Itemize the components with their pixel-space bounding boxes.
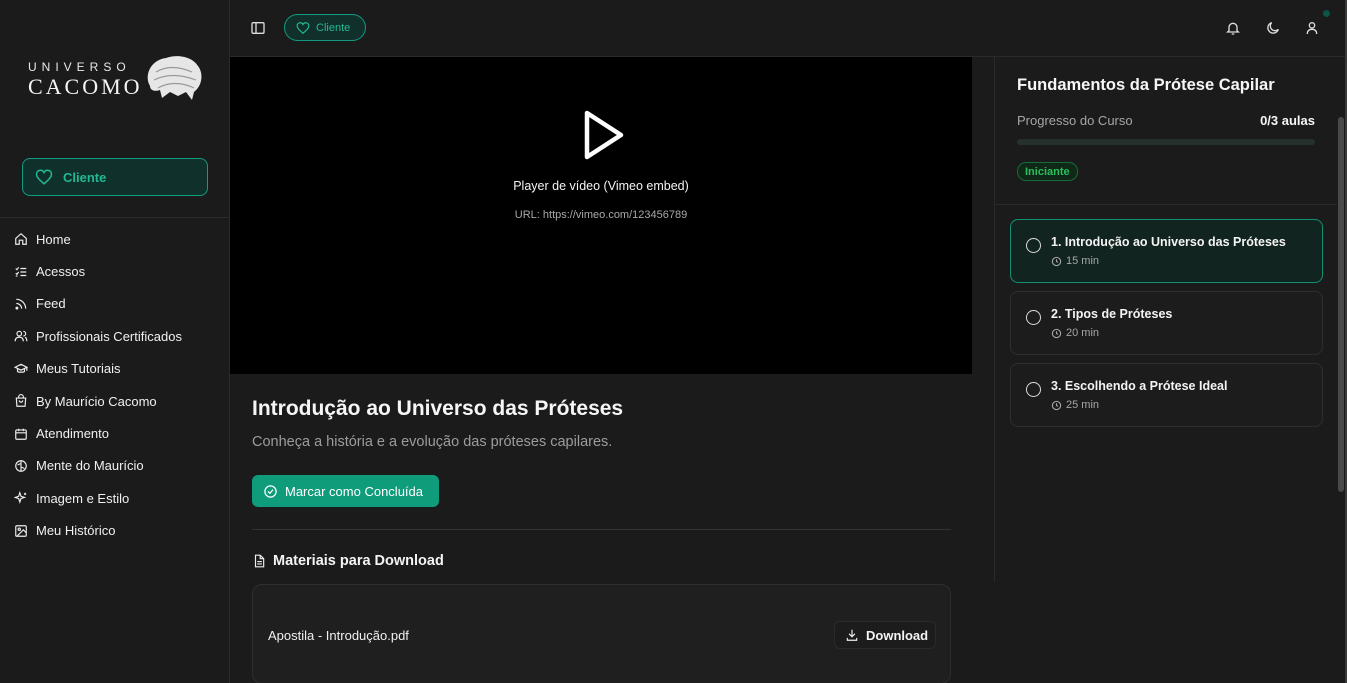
material-item: Apostila - Introdução.pdf Download <box>252 584 951 683</box>
progress-label: Progresso do Curso <box>1017 113 1133 128</box>
lesson-item-title: 1. Introdução ao Universo das Próteses <box>1051 235 1286 249</box>
lesson-item-3[interactable]: 3. Escolhendo a Prótese Ideal 25 min <box>1010 363 1323 427</box>
play-icon[interactable] <box>583 109 625 161</box>
sidebar-item-label: Mente do Maurício <box>36 458 144 474</box>
lesson-item-duration: 25 min <box>1051 399 1099 411</box>
materials-heading: Materiais para Download <box>252 553 444 569</box>
lesson-status-circle-icon[interactable] <box>1026 238 1041 253</box>
home-icon <box>15 233 27 246</box>
sidebar-item-home[interactable]: Home <box>0 223 229 255</box>
sidebar-item-label: Meu Histórico <box>36 523 116 539</box>
bell-icon[interactable] <box>1225 20 1241 36</box>
level-badge: Iniciante <box>1017 162 1078 181</box>
lesson-list: 1. Introdução ao Universo das Próteses 1… <box>1010 219 1323 435</box>
duration-text: 20 min <box>1066 327 1100 339</box>
brain-icon <box>15 460 27 472</box>
graduation-cap-icon <box>14 363 28 373</box>
rss-icon <box>15 298 27 310</box>
download-button[interactable]: Download <box>834 621 936 649</box>
cliente-badge-button[interactable]: Cliente <box>284 14 366 41</box>
lesson-item-title: 2. Tipos de Próteses <box>1051 307 1173 321</box>
panel-divider <box>995 204 1337 205</box>
sidebar-item-label: Home <box>36 231 71 247</box>
cliente-role-button[interactable]: Cliente <box>22 158 208 196</box>
clock-icon <box>1051 328 1062 338</box>
logo-main-text: CACOMO <box>28 74 143 99</box>
lesson-item-2[interactable]: 2. Tipos de Próteses 20 min <box>1010 291 1323 355</box>
sidebar-item-historico[interactable]: Meu Histórico <box>0 515 229 547</box>
cliente-role-label: Cliente <box>63 169 107 185</box>
cliente-badge-label: Cliente <box>316 21 351 34</box>
lesson-item-title: 3. Escolhendo a Prótese Ideal <box>1051 379 1228 393</box>
logo-top-text: UNIVERSO <box>28 60 131 74</box>
sparkles-icon <box>14 491 27 505</box>
sidebar-item-label: Imagem e Estilo <box>36 490 130 506</box>
sidebar-item-mente[interactable]: Mente do Maurício <box>0 450 229 482</box>
video-player[interactable]: Player de vídeo (Vimeo embed) URL: https… <box>230 57 972 374</box>
calendar-icon <box>15 428 27 440</box>
sidebar-divider <box>0 217 229 218</box>
video-url: URL: https://vimeo.com/123456789 <box>514 209 688 221</box>
lesson-status-circle-icon[interactable] <box>1026 310 1041 325</box>
sidebar-item-label: By Maurício Cacomo <box>36 393 157 409</box>
clock-icon <box>1051 256 1062 266</box>
sidebar-item-label: Atendimento <box>36 426 109 442</box>
notification-dot <box>1323 10 1330 17</box>
content-divider <box>252 529 951 530</box>
user-icon[interactable] <box>1304 20 1320 36</box>
shopping-bag-icon <box>15 394 27 407</box>
materials-title: Materiais para Download <box>273 553 444 569</box>
sidebar-item-tutoriais[interactable]: Meus Tutoriais <box>0 353 229 385</box>
check-circle-icon <box>264 484 277 498</box>
video-title: Player de vídeo (Vimeo embed) <box>513 179 689 193</box>
heart-icon <box>35 169 53 185</box>
sidebar-item-label: Profissionais Certificados <box>36 328 182 344</box>
sidebar-item-label: Feed <box>36 296 66 312</box>
progress-bar <box>1017 139 1315 145</box>
download-label: Download <box>866 627 929 643</box>
scrollbar-thumb[interactable] <box>1338 117 1344 492</box>
duration-text: 15 min <box>1066 255 1100 267</box>
sidebar-toggle-icon[interactable] <box>250 20 266 36</box>
download-icon <box>846 629 858 641</box>
sidebar-item-profissionais[interactable]: Profissionais Certificados <box>0 320 229 352</box>
lesson-main: Player de vídeo (Vimeo embed) URL: https… <box>230 57 994 683</box>
lesson-item-duration: 15 min <box>1051 255 1099 267</box>
material-name: Apostila - Introdução.pdf <box>268 628 409 643</box>
lesson-item-1[interactable]: 1. Introdução ao Universo das Próteses 1… <box>1010 219 1323 283</box>
duration-text: 25 min <box>1066 399 1100 411</box>
sidebar-item-atendimento[interactable]: Atendimento <box>0 417 229 449</box>
users-icon <box>14 331 28 342</box>
moon-icon[interactable] <box>1265 20 1281 36</box>
clock-icon <box>1051 400 1062 410</box>
heart-icon <box>296 21 310 34</box>
hair-logo-icon <box>147 56 202 100</box>
lesson-status-circle-icon[interactable] <box>1026 382 1041 397</box>
file-text-icon <box>254 554 265 568</box>
sidebar-item-imagem-estilo[interactable]: Imagem e Estilo <box>0 482 229 514</box>
course-title: Fundamentos da Prótese Capilar <box>1017 76 1275 94</box>
app-window: UNIVERSO CACOMO Cliente Home Acessos Fee… <box>0 0 1347 683</box>
lesson-item-duration: 20 min <box>1051 327 1099 339</box>
mark-complete-button[interactable]: Marcar como Concluída <box>252 475 439 507</box>
logo[interactable]: UNIVERSO CACOMO <box>28 52 208 112</box>
lesson-subtitle: Conheça a história e a evolução das prót… <box>252 434 613 450</box>
sidebar-item-by-mauricio[interactable]: By Maurício Cacomo <box>0 385 229 417</box>
sidebar-item-label: Meus Tutoriais <box>36 361 121 377</box>
top-bar: Cliente <box>230 0 1347 57</box>
list-check-icon <box>15 266 27 277</box>
sidebar-nav: Home Acessos Feed Profissionais Certific… <box>0 223 229 547</box>
mark-complete-label: Marcar como Concluída <box>285 483 423 499</box>
sidebar-item-feed[interactable]: Feed <box>0 288 229 320</box>
sidebar-item-acessos[interactable]: Acessos <box>0 255 229 287</box>
sidebar-item-label: Acessos <box>36 264 86 280</box>
progress-count: 0/3 aulas <box>1260 113 1315 128</box>
lesson-title: Introdução ao Universo das Próteses <box>252 397 624 420</box>
course-panel: Fundamentos da Prótese Capilar Progresso… <box>994 57 1337 582</box>
image-icon <box>15 524 27 537</box>
sidebar: UNIVERSO CACOMO Cliente Home Acessos Fee… <box>0 0 230 683</box>
